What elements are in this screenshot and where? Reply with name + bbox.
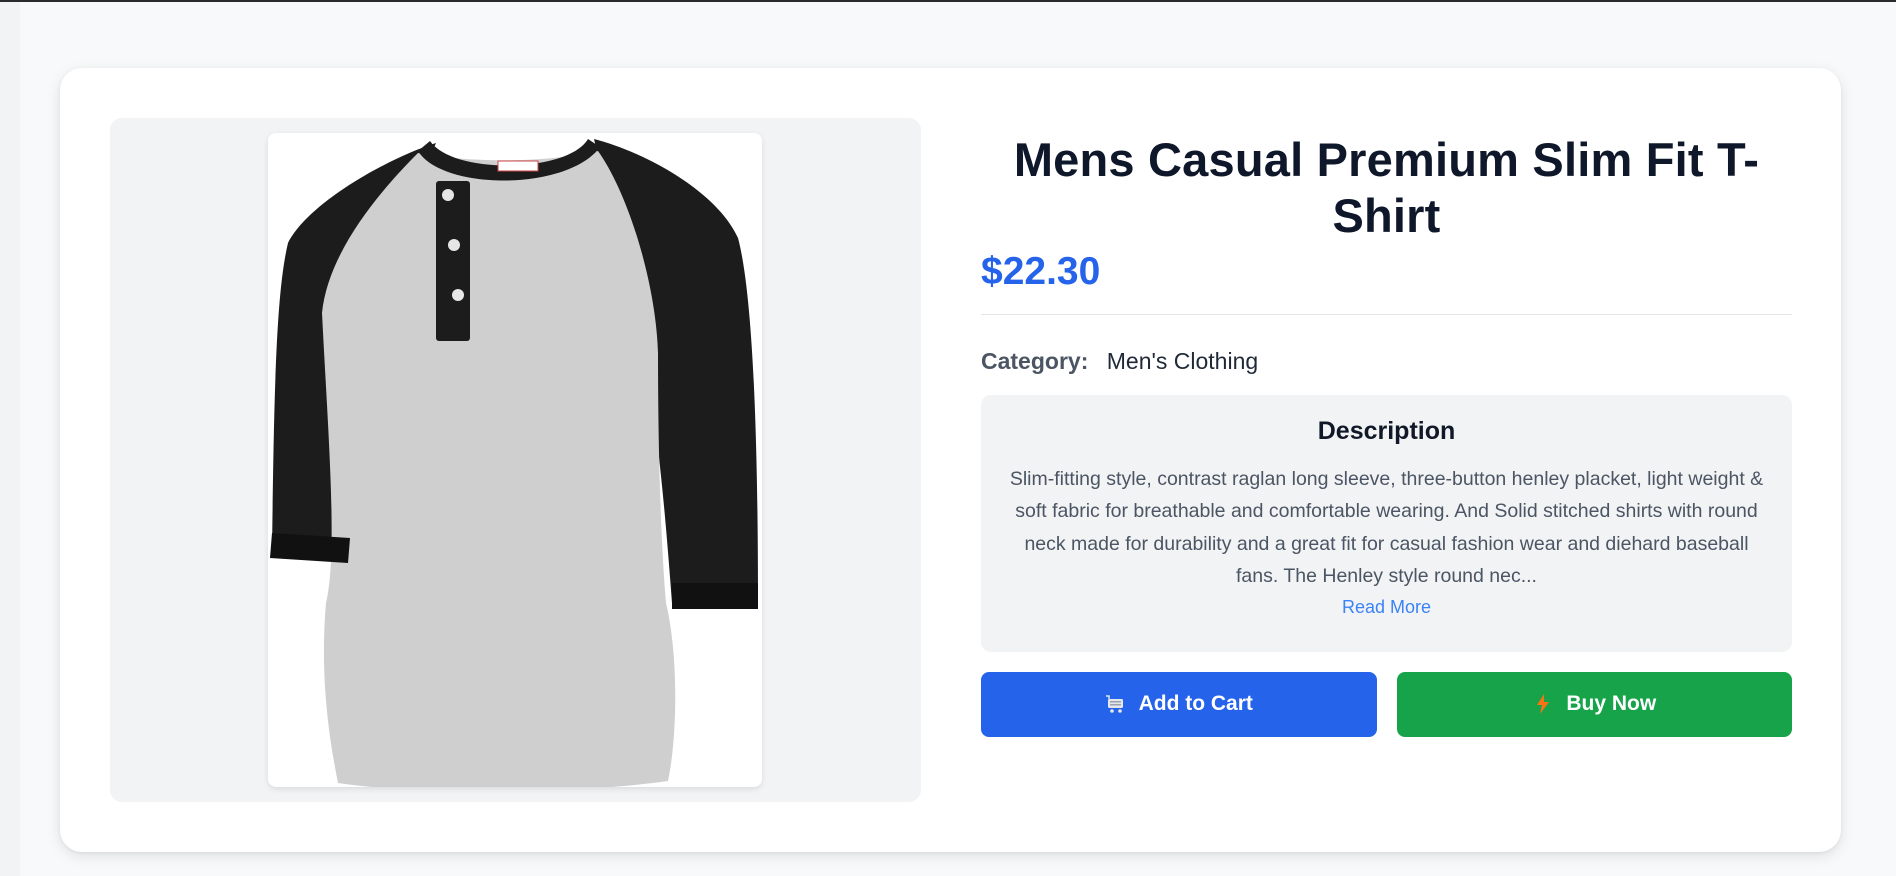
right-cuff bbox=[672, 583, 758, 609]
product-image bbox=[268, 133, 762, 787]
button-1 bbox=[442, 189, 454, 201]
product-price: $22.30 bbox=[981, 249, 1101, 293]
buy-now-label: Buy Now bbox=[1566, 692, 1657, 716]
lightning-icon bbox=[1532, 693, 1554, 715]
henley-shirt-illustration bbox=[270, 139, 758, 787]
description-heading: Description bbox=[1317, 416, 1456, 445]
category-label: Category: bbox=[981, 347, 1089, 374]
divider bbox=[981, 313, 1792, 315]
product-title: Mens Casual Premium Slim Fit T-Shirt bbox=[1013, 133, 1760, 243]
product-image-panel bbox=[110, 118, 921, 802]
left-cuff bbox=[270, 533, 350, 563]
buy-now-button[interactable]: Buy Now bbox=[1396, 671, 1792, 737]
category-row: Category: Men's Clothing bbox=[981, 348, 1792, 375]
action-buttons: Add to Cart Buy Now bbox=[981, 671, 1792, 737]
product-card: Mens Casual Premium Slim Fit T-Shirt $22… bbox=[60, 68, 1841, 852]
left-gutter bbox=[0, 2, 20, 876]
product-info: Mens Casual Premium Slim Fit T-Shirt $22… bbox=[981, 118, 1792, 737]
description-box: Description Slim-fitting style, contrast… bbox=[981, 394, 1792, 652]
button-2 bbox=[448, 239, 460, 251]
add-to-cart-button[interactable]: Add to Cart bbox=[981, 671, 1377, 737]
button-3 bbox=[452, 289, 464, 301]
category-value: Men's Clothing bbox=[1106, 347, 1259, 374]
label-tag bbox=[497, 160, 539, 172]
placket-shape bbox=[436, 181, 470, 341]
shirt-body-shape bbox=[322, 151, 676, 787]
window-top-border bbox=[0, 0, 1896, 2]
cart-icon bbox=[1105, 693, 1127, 715]
add-to-cart-label: Add to Cart bbox=[1138, 692, 1253, 716]
description-text: Slim-fitting style, contrast raglan long… bbox=[1009, 467, 1764, 588]
read-more-link[interactable]: Read More bbox=[1342, 597, 1431, 618]
